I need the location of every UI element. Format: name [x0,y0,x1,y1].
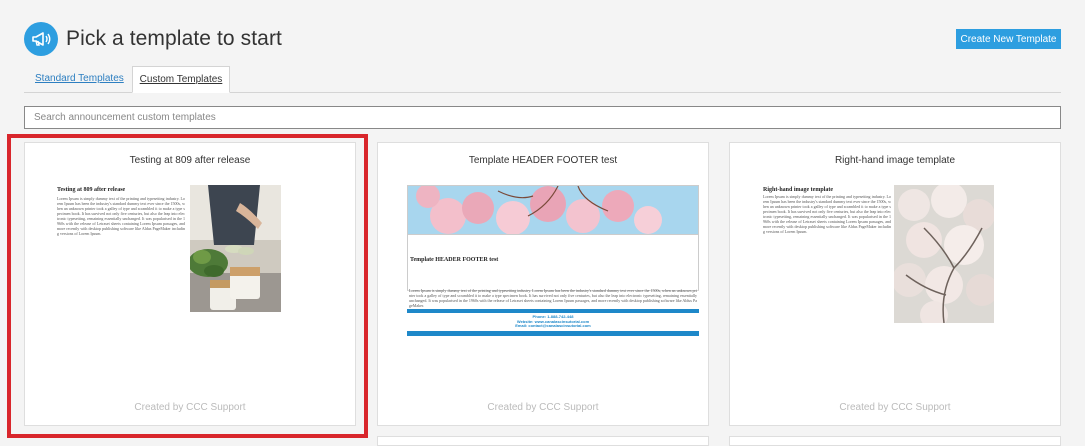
preview-content-area: Template HEADER FOOTER test [407,235,699,291]
footer-email: Email: contact@canalascinsutorial.com [515,323,591,328]
template-card[interactable]: Right-hand image template Right-hand ima… [729,142,1061,426]
preview-heading: Testing at 809 after release [57,187,126,193]
template-tabs: Standard Templates Custom Templates [24,66,1061,93]
search-input[interactable] [24,106,1061,129]
template-preview: Testing at 809 after release Lorem Ipsum… [55,185,283,315]
tab-standard-templates[interactable]: Standard Templates [25,66,134,92]
blossom-photo [892,185,995,325]
tab-custom-templates[interactable]: Custom Templates [132,66,230,93]
preview-text: Lorem Ipsum is simply dummy text of the … [409,288,697,308]
footer-bar-bottom [407,331,699,336]
template-preview: Right-hand image template Lorem Ipsum is… [761,185,995,325]
create-new-template-button[interactable]: Create New Template [956,29,1061,49]
preview-text: Lorem Ipsum is simply dummy text of the … [763,194,891,234]
megaphone-icon [24,22,58,56]
preview-footer-contact: Phone: 1-888-742-448 Website: www.canala… [407,314,699,329]
card-title: Template HEADER FOOTER test [468,155,618,166]
page-header: Pick a template to start [24,22,282,56]
card-created-by: Created by CCC Support [839,402,951,413]
template-card[interactable]: Testing at 809 after release Testing at … [24,142,356,426]
preview-text: Lorem Ipsum is simply dummy text of the … [57,196,185,236]
preview-heading: Template HEADER FOOTER test [410,257,499,263]
kitchen-photo [188,185,281,312]
template-card[interactable]: Template HEADER FOOTER test Template HEA… [377,142,709,426]
card-created-by: Created by CCC Support [487,402,599,413]
page-title: Pick a template to start [66,27,282,50]
card-created-by: Created by CCC Support [134,402,246,413]
preview-heading: Right-hand image template [763,187,833,193]
card-title: Testing at 809 after release [129,155,251,166]
template-preview: Template HEADER FOOTER test Lorem Ipsum … [407,185,699,341]
header-photo [407,185,699,235]
footer-bar-top [407,309,699,313]
card-title: Right-hand image template [834,155,956,166]
